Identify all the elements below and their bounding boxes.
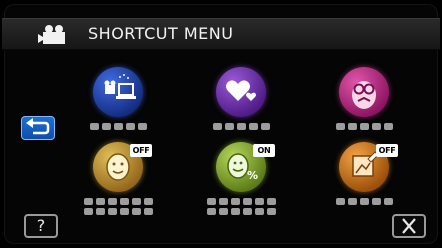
item-label xyxy=(78,123,158,133)
shortcut-menu-screen: SHORTCUT MENU OFF % ON OFF ? xyxy=(0,0,442,248)
hearts-icon xyxy=(216,67,266,117)
status-badge: ON xyxy=(253,144,275,157)
item-label xyxy=(201,123,281,133)
header-bar: SHORTCUT MENU xyxy=(2,18,440,50)
return-arrow-icon xyxy=(26,118,50,135)
help-button[interactable]: ? xyxy=(24,214,58,238)
status-badge: OFF xyxy=(376,144,398,157)
shortcut-item-favorites[interactable] xyxy=(201,67,281,145)
shortcut-item-smile-shot[interactable]: OFF xyxy=(78,142,158,220)
item-label xyxy=(78,198,158,218)
item-label xyxy=(201,198,281,218)
status-badge: OFF xyxy=(130,144,152,157)
camera-to-laptop-icon xyxy=(93,67,143,117)
video-camera-icon xyxy=(38,25,65,44)
shortcut-item-smile-meter[interactable]: % ON xyxy=(201,142,281,220)
close-button[interactable] xyxy=(392,214,426,238)
shortcut-item-upload[interactable] xyxy=(78,67,158,145)
item-label xyxy=(324,198,404,208)
shortcut-item-face-mask[interactable] xyxy=(324,67,404,145)
face-mask-icon xyxy=(339,67,389,117)
svg-text:%: % xyxy=(247,169,258,182)
item-label xyxy=(324,123,404,133)
close-x-icon xyxy=(402,218,416,234)
page-title: SHORTCUT MENU xyxy=(88,24,234,43)
shortcut-item-picture-edit[interactable]: OFF xyxy=(324,142,404,220)
back-button[interactable] xyxy=(21,116,55,140)
